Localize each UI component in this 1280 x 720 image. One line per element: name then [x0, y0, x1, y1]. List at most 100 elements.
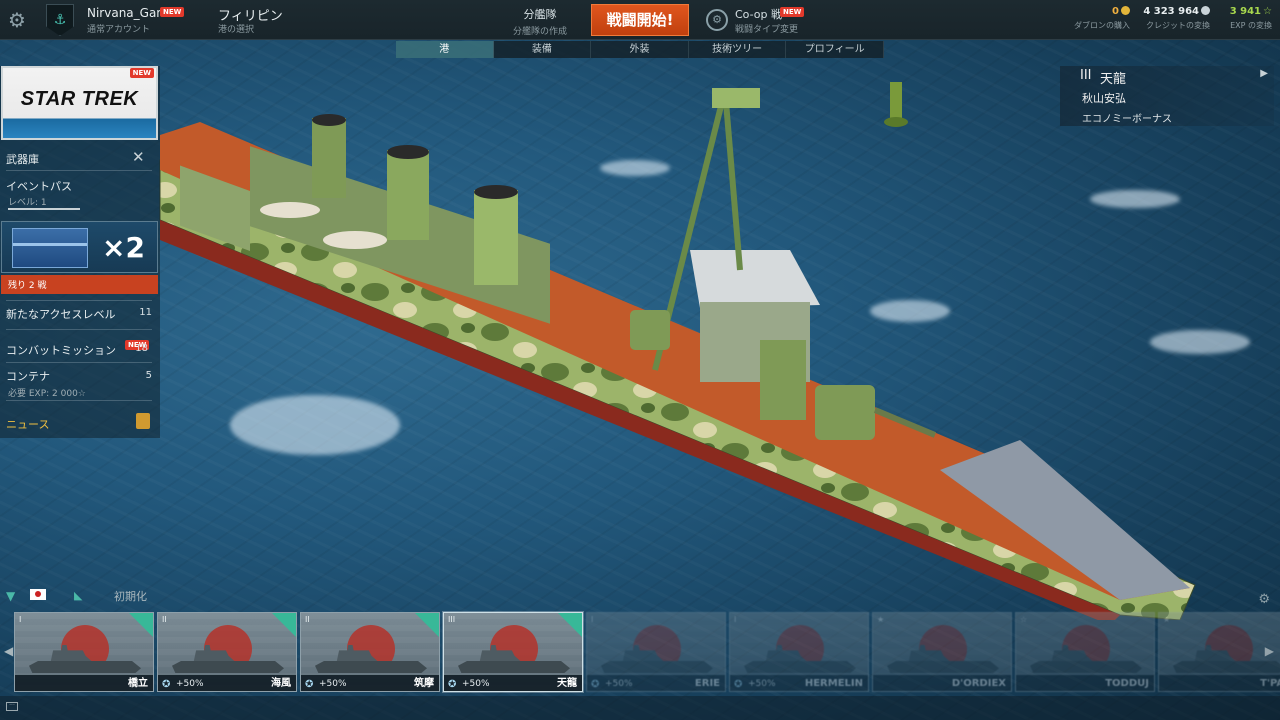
ship-card[interactable]: ★ T'PAU [1158, 612, 1280, 692]
japan-flag-icon[interactable] [30, 589, 46, 600]
ship-card[interactable]: I ✪ +50% ERIE [586, 612, 726, 692]
crate-banner[interactable]: ×2 [1, 221, 158, 273]
news-link[interactable]: ニュース [6, 416, 152, 432]
armory-label: 武器庫 [6, 153, 39, 166]
doubloons-value: 0 [1112, 6, 1119, 17]
exp-value: 3 941 [1229, 6, 1262, 17]
armory-link[interactable]: 武器庫 [6, 151, 152, 167]
ship-name: 天龍 [1100, 72, 1127, 87]
divider [6, 170, 152, 171]
ship-card[interactable]: I 橋立 [14, 612, 154, 692]
tab-tech-tree[interactable]: 技術ツリー [688, 41, 787, 58]
crate-count: ×2 [102, 231, 145, 264]
economy-bonus[interactable]: エコノミーボーナス [1082, 110, 1172, 125]
top-bar: ⚙ ⚓ Nirvana_Games NEW 通常アカウント フィリピン 港の選択… [0, 0, 1280, 40]
exp-display[interactable]: 3 941 ☆ EXP の変換 [1216, 6, 1272, 31]
new-access-level-link[interactable]: 新たなアクセスレベル [6, 306, 152, 322]
bonus-star-icon: ✪ [448, 679, 457, 690]
reset-filters-button[interactable]: 初期化 [114, 588, 147, 604]
doubloons-display[interactable]: 0 ダブロンの購入 [1060, 6, 1130, 31]
card-ship-name: TODDUJ [1105, 678, 1149, 689]
commander-name[interactable]: 秋山安弘 [1082, 90, 1126, 106]
new-access-level-label: 新たなアクセスレベル [6, 308, 116, 321]
tab-profile[interactable]: プロフィール [786, 41, 884, 58]
tab-equipment[interactable]: 装備 [493, 41, 592, 58]
divider [6, 300, 152, 301]
ship-card[interactable]: I ✪ +50% HERMELIN [729, 612, 869, 692]
ship-card[interactable]: ☆ TODDUJ [1015, 612, 1155, 692]
event-pass-link[interactable]: イベントパス [6, 178, 152, 194]
ship-card[interactable]: II ✪ +50% 筑摩 [300, 612, 440, 692]
card-tier: ★ [877, 615, 885, 624]
star-trek-banner[interactable]: STAR TREK NEW [1, 66, 158, 140]
credits-label: クレジットの変換 [1146, 21, 1210, 30]
gear-icon[interactable]: ⚙ [1258, 592, 1270, 607]
ship-silhouette [1030, 661, 1142, 673]
containers-link[interactable]: コンテナ [6, 368, 152, 384]
battle-mode-sub: 戦闘タイプ変更 [735, 25, 799, 35]
ship-type-icon[interactable]: ◣ [74, 589, 82, 602]
news-label: ニュース [6, 418, 50, 431]
ship-silhouette [29, 661, 141, 673]
bottom-strip [0, 696, 1280, 720]
left-panel: STAR TREK NEW 武器庫 ✕ イベントパス レベル: 1 ×2 残り … [0, 66, 160, 438]
combat-missions-count: 18 [135, 343, 148, 354]
credit-icon [1201, 6, 1210, 15]
ship-model[interactable] [0, 40, 1280, 620]
avatar[interactable]: ⚓ [46, 4, 74, 36]
main-tabs: 港 装備 外装 技術ツリー プロフィール [396, 41, 884, 58]
news-icon[interactable] [136, 413, 150, 429]
card-bonus: +50% [319, 679, 347, 689]
card-tier: II [162, 615, 167, 624]
ship-silhouette [744, 661, 856, 673]
new-badge: NEW [160, 7, 185, 17]
chevron-right-icon[interactable]: ▶ [1260, 68, 1268, 79]
ship-card[interactable]: II ✪ +50% 海風 [157, 612, 297, 692]
ship-info-panel[interactable]: III 天龍 ▶ 秋山安弘 エコノミーボーナス [1060, 66, 1274, 126]
battle-mode-name[interactable]: Co-op 戦 [735, 6, 782, 22]
card-tier: II [305, 615, 310, 624]
credits-display[interactable]: 4 323 964 クレジットの変換 [1136, 6, 1210, 31]
bonus-star-icon: ✪ [591, 679, 600, 690]
ship-tier: III [1080, 68, 1092, 83]
card-ship-name: 海風 [271, 678, 291, 689]
exp-label: EXP の変換 [1230, 21, 1272, 30]
gear-icon[interactable]: ⚙ [8, 9, 30, 31]
card-tier: III [448, 615, 456, 624]
required-exp: 必要 EXP: 2 000☆ [8, 389, 86, 399]
bonus-star-icon: ✪ [734, 679, 743, 690]
remaining-battles-bar: 残り 2 戦 [1, 275, 158, 294]
coop-mode-icon[interactable]: ⚙ [706, 9, 728, 31]
event-pass-label: イベントパス [6, 180, 72, 193]
crossed-swords-icon[interactable]: ✕ [132, 148, 145, 166]
chat-icon[interactable]: ··· [6, 702, 18, 711]
card-bonus: +50% [176, 679, 204, 689]
card-bonus: +50% [748, 679, 776, 689]
credits-value: 4 323 964 [1143, 6, 1199, 17]
card-tier: I [19, 615, 22, 624]
division-sub: 分艦隊の作成 [512, 27, 567, 37]
ship-silhouette [887, 661, 999, 673]
filter-icon[interactable]: ▼ [6, 589, 15, 603]
battle-button[interactable]: 戦闘開始! [591, 4, 689, 36]
tab-exterior[interactable]: 外装 [591, 41, 689, 58]
doubloons-label: ダブロンの購入 [1074, 21, 1130, 30]
new-badge: NEW [780, 7, 805, 17]
divider [6, 400, 152, 401]
event-pass-level: レベル: 1 [8, 198, 47, 208]
new-badge: NEW [129, 68, 154, 78]
divider [6, 362, 152, 363]
account-type: 通常アカウント [87, 25, 151, 35]
containers-label: コンテナ [6, 370, 50, 383]
carousel-filters: ▼ ◣ 初期化 [0, 586, 300, 606]
card-bonus: +50% [462, 679, 490, 689]
tab-port[interactable]: 港 [396, 41, 494, 58]
ship-card[interactable]: III ✪ +50% 天龍 [443, 612, 583, 692]
ship-card[interactable]: ★ D'ORDIEX [872, 612, 1012, 692]
ship-silhouette [601, 661, 713, 673]
card-ship-name: HERMELIN [804, 678, 863, 689]
banner-text: STAR TREK [20, 88, 139, 110]
ship-carousel: I 橋立 II ✪ +50% 海風 II ✪ +50% 筑摩 III ✪ +50% 天龍 I ✪ +50% ERI… [0, 608, 1280, 693]
bonus-star-icon: ✪ [162, 679, 171, 690]
division-button[interactable]: 分艦隊 分艦隊の作成 [500, 6, 580, 37]
